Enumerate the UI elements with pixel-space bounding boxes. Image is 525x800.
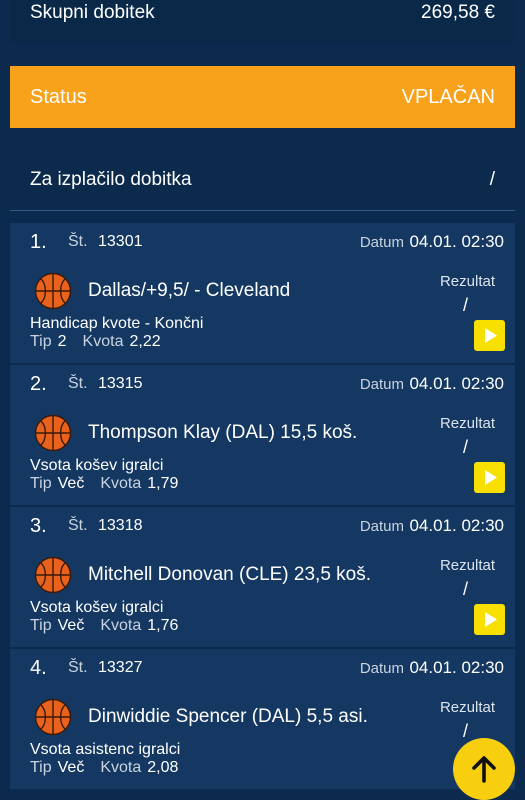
bet-index: 1. bbox=[30, 231, 47, 253]
tip-value: Več bbox=[57, 759, 85, 776]
tip-value: Več bbox=[57, 617, 85, 634]
result-label: Rezultat bbox=[439, 699, 495, 716]
result-label: Rezultat bbox=[439, 557, 495, 574]
bet-date: 04.01. 02:30 bbox=[409, 516, 504, 535]
bet-number-label: Št. bbox=[68, 517, 88, 534]
odds-label: Kvota bbox=[100, 475, 142, 492]
play-icon bbox=[485, 328, 497, 343]
bet-index: 4. bbox=[30, 657, 47, 679]
bet-number-label: Št. bbox=[68, 375, 88, 392]
tip-label: Tip bbox=[30, 475, 52, 492]
market-name: Vsota košev igralci bbox=[30, 599, 164, 616]
date-label: Datum bbox=[359, 234, 404, 251]
play-button[interactable] bbox=[474, 320, 505, 351]
arrow-up-icon bbox=[472, 756, 496, 783]
total-winnings-value: 269,58 € bbox=[421, 2, 495, 23]
bet-number-label: Št. bbox=[68, 233, 88, 250]
bet-item: 1. Št. 13301 Datum 04.01. 02:30 Dallas/+… bbox=[10, 223, 515, 365]
result-value: / bbox=[462, 721, 468, 741]
bet-date: 04.01. 02:30 bbox=[409, 374, 504, 393]
bet-index: 3. bbox=[30, 515, 47, 537]
date-label: Datum bbox=[359, 660, 404, 677]
play-button[interactable] bbox=[474, 462, 505, 493]
event-name: Mitchell Donovan (CLE) 23,5 koš. bbox=[88, 564, 372, 585]
total-winnings-label: Skupni dobitek bbox=[30, 2, 155, 23]
bet-date: 04.01. 02:30 bbox=[409, 232, 504, 251]
tip-line: Tip Več Kvota 2,08 bbox=[30, 759, 194, 777]
odds-label: Kvota bbox=[82, 333, 124, 350]
bet-item: 4. Št. 13327 Datum 04.01. 02:30 Dinwiddi… bbox=[10, 649, 515, 791]
payout-value: / bbox=[489, 169, 495, 190]
odds-label: Kvota bbox=[100, 617, 142, 634]
basketball-icon bbox=[34, 272, 72, 310]
bet-item: 3. Št. 13318 Datum 04.01. 02:30 Mitchell… bbox=[10, 507, 515, 649]
market-name: Vsota košev igralci bbox=[30, 457, 164, 474]
odds-value: 1,79 bbox=[147, 475, 179, 492]
market-name: Vsota asistenc igralci bbox=[30, 741, 181, 758]
tip-value: Več bbox=[57, 475, 85, 492]
event-name: Dinwiddie Spencer (DAL) 5,5 asi. bbox=[88, 706, 368, 727]
status-label: Status bbox=[30, 85, 87, 108]
result-value: / bbox=[462, 437, 468, 457]
result-label: Rezultat bbox=[439, 415, 495, 432]
result-value: / bbox=[462, 579, 468, 599]
bet-number: 13318 bbox=[98, 517, 143, 534]
tip-line: Tip 2 Kvota 2,22 bbox=[30, 333, 177, 351]
tip-line: Tip Več Kvota 1,76 bbox=[30, 617, 194, 635]
odds-label: Kvota bbox=[100, 759, 142, 776]
basketball-icon bbox=[34, 556, 72, 594]
market-name: Handicap kvote - Končni bbox=[30, 315, 204, 332]
odds-value: 1,76 bbox=[147, 617, 179, 634]
result-label: Rezultat bbox=[439, 273, 495, 290]
basketball-icon bbox=[34, 414, 72, 452]
bet-item: 2. Št. 13315 Datum 04.01. 02:30 Thompson… bbox=[10, 365, 515, 507]
tip-value: 2 bbox=[57, 333, 67, 350]
bet-date: 04.01. 02:30 bbox=[409, 658, 504, 677]
basketball-icon bbox=[34, 698, 72, 736]
date-label: Datum bbox=[359, 376, 404, 393]
bet-number-label: Št. bbox=[68, 659, 88, 676]
tip-label: Tip bbox=[30, 617, 52, 634]
play-button[interactable] bbox=[474, 604, 505, 635]
bet-number: 13301 bbox=[98, 233, 143, 250]
odds-value: 2,22 bbox=[129, 333, 161, 350]
tip-line: Tip Več Kvota 1,79 bbox=[30, 475, 194, 493]
odds-value: 2,08 bbox=[147, 759, 179, 776]
result-value: / bbox=[462, 295, 468, 315]
play-icon bbox=[485, 612, 497, 627]
payout-label: Za izplačilo dobitka bbox=[30, 169, 192, 190]
event-name: Dallas/+9,5/ - Cleveland bbox=[88, 280, 291, 301]
total-winnings-row: Skupni dobitek 269,58 € bbox=[10, 0, 515, 44]
date-label: Datum bbox=[359, 518, 404, 535]
bet-index: 2. bbox=[30, 373, 47, 395]
scroll-to-top-button[interactable] bbox=[453, 738, 515, 800]
tip-label: Tip bbox=[30, 759, 52, 776]
status-value: VPLAČAN bbox=[401, 85, 495, 108]
status-bar: Status VPLAČAN bbox=[10, 66, 515, 128]
bet-number: 13327 bbox=[98, 659, 143, 676]
play-icon bbox=[485, 470, 497, 485]
bet-list: 1. Št. 13301 Datum 04.01. 02:30 Dallas/+… bbox=[10, 223, 515, 791]
tip-label: Tip bbox=[30, 333, 52, 350]
bet-number: 13315 bbox=[98, 375, 143, 392]
event-name: Thompson Klay (DAL) 15,5 koš. bbox=[88, 422, 358, 443]
payout-row: Za izplačilo dobitka / bbox=[10, 150, 515, 211]
